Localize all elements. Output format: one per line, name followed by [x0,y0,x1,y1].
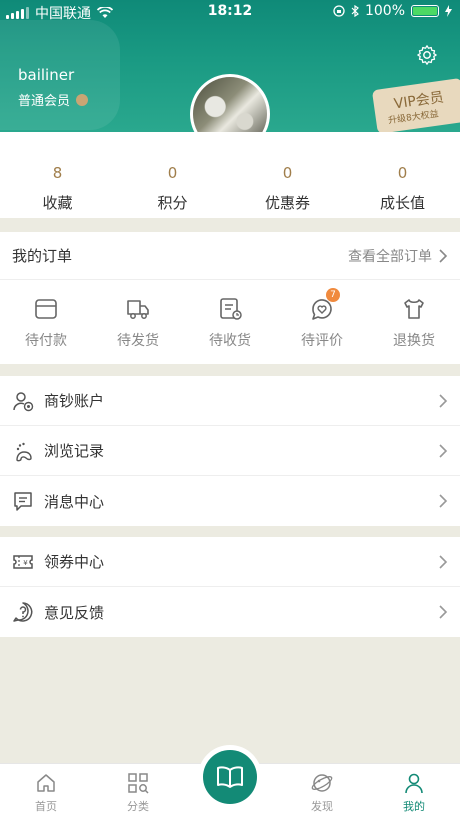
message-icon [14,492,32,511]
orders-title: 我的订单 [12,247,73,265]
tab-label: 我的 [403,800,425,813]
member-medal-icon [76,93,89,106]
tab-home[interactable]: 首页 [0,764,92,818]
menu-item-history[interactable]: 浏览记录 [0,426,460,476]
chevron-right-icon [439,494,448,508]
review-count-badge: 7 [326,288,340,302]
menu-item-messages[interactable]: 消息中心 [0,476,460,526]
lock-rotation-icon [333,5,345,17]
question-icon [13,602,33,622]
stat-value: 8 [52,164,63,182]
coupon-icon: ¥ [13,554,33,569]
menu-item-label: 领券中心 [44,553,105,571]
menu-item-account[interactable]: 商钞账户 [0,376,460,426]
footprint-icon [16,442,32,461]
order-item-label: 待付款 [25,333,67,349]
shirt-icon [404,299,424,319]
package-clock-icon [220,298,242,320]
chevron-right-icon [439,393,448,408]
order-pending-receipt[interactable]: 待收货 [184,280,276,364]
chevron-right-icon [439,248,448,263]
orders-section: 我的订单 查看全部订单 待付款 待发货 待收货 7 待评价 退换货 [0,232,460,364]
order-pending-shipment[interactable]: 待发货 [92,280,184,364]
stat-label: 收藏 [42,194,73,212]
home-icon [37,774,55,792]
tab-mine[interactable]: 我的 [368,764,460,818]
chevron-right-icon [439,605,448,619]
wallet-icon [35,299,57,319]
grid-search-icon [128,773,149,794]
settings-gear-icon[interactable] [416,44,438,66]
menu-group-account: 商钞账户 浏览记录 消息中心 [0,376,460,526]
battery-icon [411,5,439,17]
svg-text:¥: ¥ [23,559,28,567]
menu-group-service: ¥ 领券中心 意见反馈 [0,537,460,637]
order-item-label: 待发货 [117,333,159,349]
menu-item-label: 浏览记录 [44,442,105,460]
stat-value: 0 [167,164,178,182]
book-icon [217,766,243,788]
order-pending-review[interactable]: 7 待评价 [276,280,368,364]
menu-item-label: 意见反馈 [44,603,105,622]
member-level: 普通会员 [18,90,89,109]
charging-icon [445,5,452,17]
order-pending-payment[interactable]: 待付款 [0,280,92,364]
stat-coupons[interactable]: 0 优惠券 [230,132,345,218]
order-item-label: 退换货 [393,333,435,349]
status-bar: 中国联通 18:12 100% [0,0,460,24]
tab-label: 首页 [35,800,57,813]
stat-label: 积分 [157,194,188,212]
stat-value: 0 [397,164,408,182]
orders-header: 我的订单 查看全部订单 [0,232,460,280]
user-stats: 8 收藏 0 积分 0 优惠券 0 成长值 [0,132,460,218]
tab-discover[interactable]: 发现 [276,764,368,818]
username: bailiner [18,66,75,84]
member-level-label: 普通会员 [18,94,71,109]
truck-icon [127,300,149,319]
stat-favorites[interactable]: 8 收藏 [0,132,115,218]
stat-label: 优惠券 [264,194,310,212]
menu-item-label: 商钞账户 [44,392,105,410]
tab-label: 分类 [127,800,149,813]
user-icon [405,773,423,794]
stat-points[interactable]: 0 积分 [115,132,230,218]
planet-icon [311,774,333,792]
tab-category[interactable]: 分类 [92,764,184,818]
chevron-right-icon [439,554,448,569]
view-all-orders-label: 查看全部订单 [348,248,432,265]
order-item-label: 待评价 [301,333,343,349]
vip-banner[interactable]: VIP会员 升级8大权益 [371,77,460,132]
menu-item-coupons[interactable]: ¥ 领券中心 [0,537,460,587]
tab-center-reading-button[interactable] [198,745,262,809]
view-all-orders-link[interactable]: 查看全部订单 [348,246,448,266]
order-item-label: 待收货 [209,333,251,349]
battery-percent: 100% [364,3,405,19]
stat-label: 成长值 [379,194,425,212]
menu-item-feedback[interactable]: 意见反馈 [0,587,460,637]
stat-growth[interactable]: 0 成长值 [345,132,460,218]
order-return-exchange[interactable]: 退换货 [368,280,460,364]
bluetooth-icon [351,5,359,17]
tab-label: 发现 [311,800,333,813]
menu-item-label: 消息中心 [44,492,105,511]
chevron-right-icon [439,443,448,458]
user-coin-icon [13,391,34,411]
stat-value: 0 [282,164,293,182]
